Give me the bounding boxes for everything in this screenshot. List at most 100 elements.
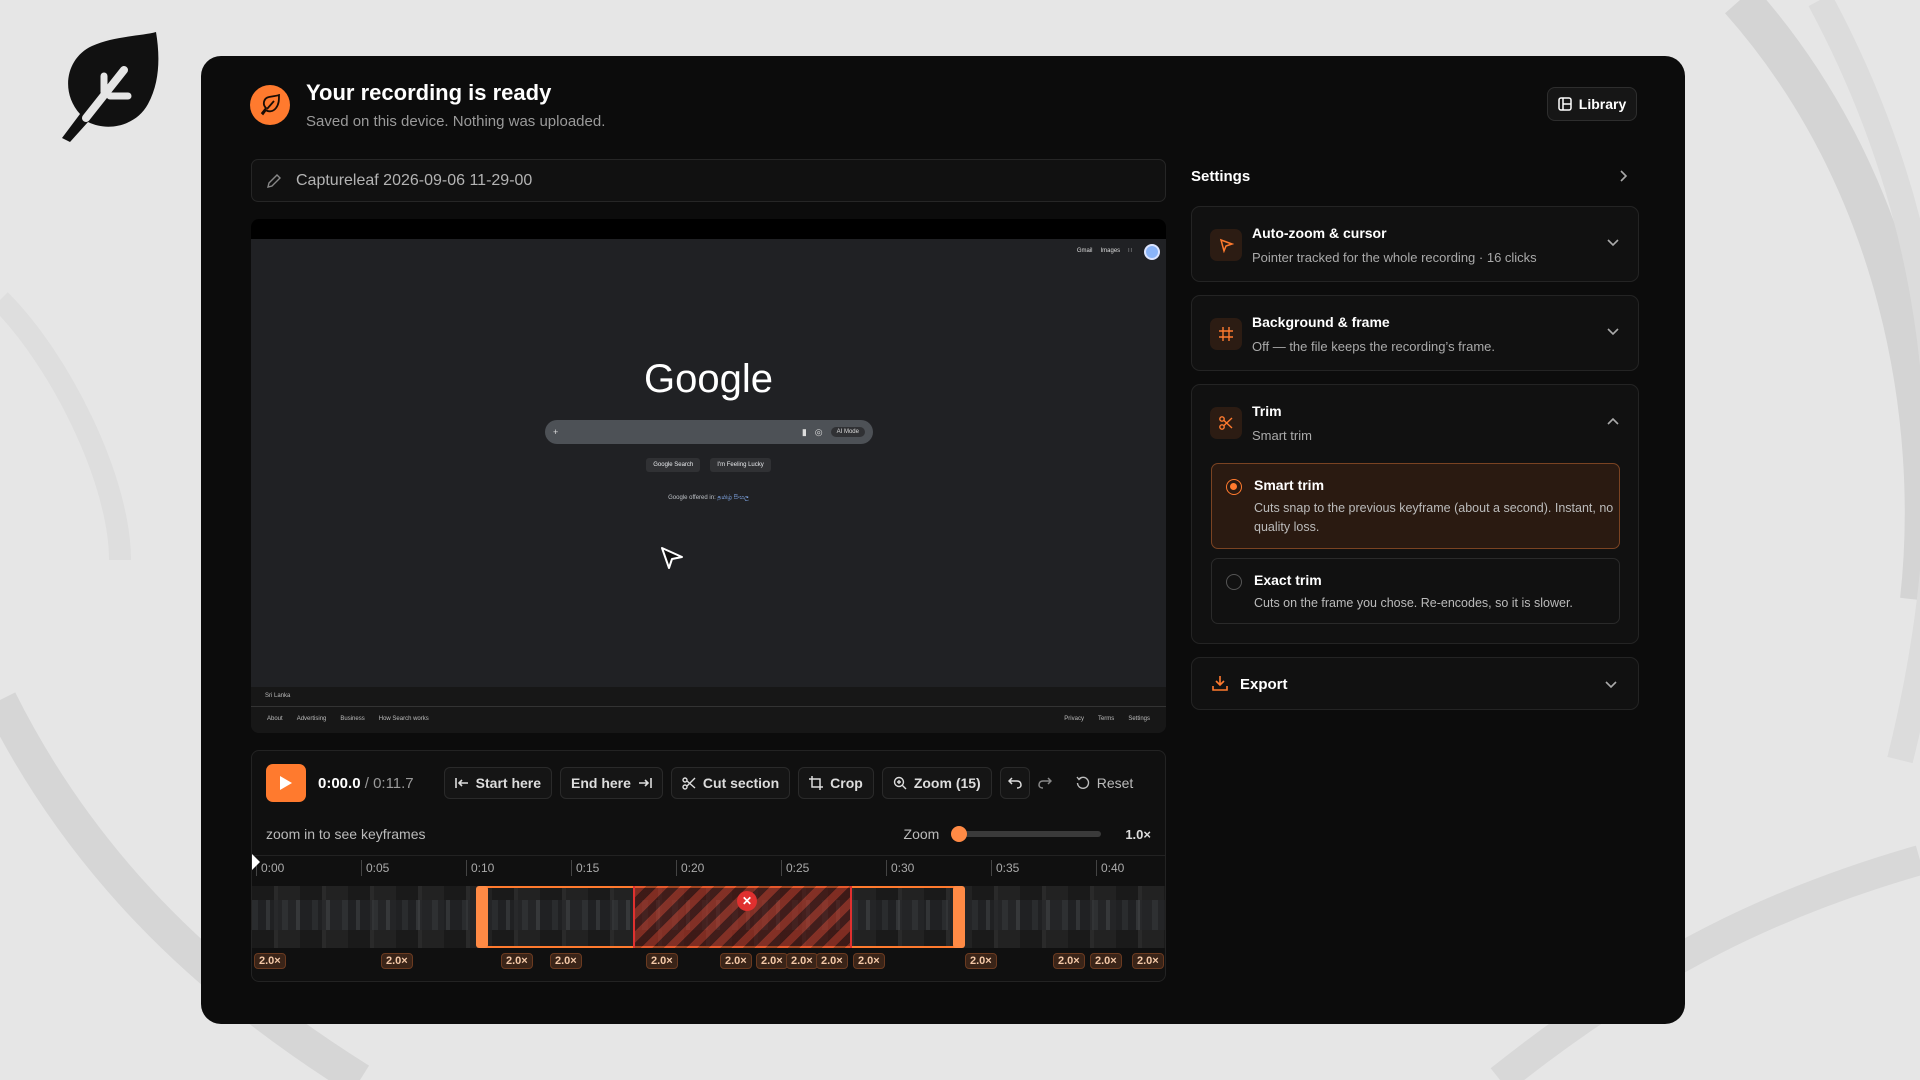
library-icon [1558,97,1572,111]
timeline-tick: 0:35 [991,860,1019,876]
preview-footer-left: About Advertising Business How Search wo… [267,716,429,722]
recording-status-icon [250,85,290,125]
chevron-down-icon[interactable] [1606,237,1620,249]
timeline-editor: 0:00.0 / 0:11.7 Start here End here Cut … [251,750,1166,982]
preview-offered-langs: தமிழ் සිංහල [717,495,749,501]
start-here-button[interactable]: Start here [443,767,553,799]
crop-button[interactable]: Crop [798,767,874,799]
app-logo [62,32,159,142]
chevron-up-icon[interactable] [1606,415,1620,427]
exact-trim-option[interactable]: Exact trim Cuts on the frame you chose. … [1211,558,1620,624]
background-title: Background & frame [1252,314,1390,330]
preview-footer-link: How Search works [378,716,429,722]
preview-offered-prefix: Google offered in: [668,495,716,501]
playhead[interactable] [252,854,260,870]
chevron-right-icon[interactable] [1618,168,1630,184]
zoom-keyframe-chip[interactable]: 2.0× [254,953,286,969]
zoom-slider[interactable] [951,826,1102,842]
zoom-keyframe-chip[interactable]: 2.0× [501,953,533,969]
playback-time: 0:00.0 / 0:11.7 [318,775,414,792]
cut-section-button[interactable]: Cut section [670,767,791,799]
timeline-tick: 0:25 [781,860,809,876]
timeline-zoom-row: zoom in to see keyframes Zoom 1.0× [266,823,1151,845]
zoom-keyframe-chip[interactable]: 2.0× [1053,953,1085,969]
exact-trim-title: Exact trim [1254,572,1322,588]
preview-footer-link: Business [340,716,365,722]
trim-panel: Trim Smart trim Smart trim Cuts snap to … [1191,384,1639,644]
start-here-icon [454,778,468,788]
playback-toolbar: 0:00.0 / 0:11.7 Start here End here Cut … [266,764,1151,802]
remove-cut-icon[interactable]: ✕ [737,891,757,911]
timeline-tick: 0:00 [256,860,284,876]
preview-footer-link: Terms [1097,716,1115,722]
timeline-ruler[interactable]: 0:00 0:05 0:10 0:15 0:20 0:25 0:30 0:35 0:40 [252,855,1165,878]
background-desc: Off — the file keeps the recording’s fra… [1252,339,1496,354]
play-icon [280,776,292,790]
crop-label: Crop [830,775,863,791]
smart-trim-option[interactable]: Smart trim Cuts snap to the previous key… [1211,463,1620,549]
zoom-keyframe-chip[interactable]: 2.0× [816,953,848,969]
undo-button[interactable] [999,767,1030,799]
preview-google-search-button: Google Search [646,458,701,472]
zoom-keyframe-chip[interactable]: 2.0× [1090,953,1122,969]
end-here-button[interactable]: End here [560,767,663,799]
chevron-down-icon[interactable] [1606,326,1620,338]
current-time: 0:00.0 [318,774,361,792]
zoom-keyframe-chip[interactable]: 2.0× [756,953,788,969]
trim-title: Trim [1252,403,1282,419]
chevron-down-icon[interactable] [1604,679,1618,691]
zoom-keyframe-chips: 2.0× 2.0× 2.0× 2.0× 2.0× 2.0× 2.0× 2.0× 2.0× 2.0×… [252,951,1165,971]
reset-icon [1076,776,1089,789]
zoom-keyframe-chip[interactable]: 2.0× [786,953,818,969]
play-button[interactable] [266,764,306,802]
smart-trim-radio[interactable] [1226,479,1242,495]
zoom-slider-knob[interactable] [951,826,968,842]
page-title: Your recording is ready [306,80,552,105]
preview-mic-icon: ▮ [801,426,807,437]
page-subtitle: Saved on this device. Nothing was upload… [306,113,606,130]
zoom-keyframe-chip[interactable]: 2.0× [853,953,885,969]
time-separator: / [364,774,369,792]
cursor-icon [661,547,683,569]
video-preview[interactable]: Gmail Images ∷ Google + ▮ ◎ AI Mode Goog… [251,219,1166,733]
preview-footer-link: Privacy [1064,716,1084,722]
leaf-icon [260,94,280,116]
redo-button[interactable] [1030,767,1060,799]
redo-icon [1037,777,1052,789]
timeline-tick: 0:10 [466,860,494,876]
preview-avatar [1144,244,1160,260]
trim-end-handle[interactable] [953,886,965,948]
trim-start-handle[interactable] [476,886,488,948]
zoom-keyframe-chip[interactable]: 2.0× [550,953,582,969]
preview-footer-link: Advertising [296,716,327,722]
zoom-keyframe-chip[interactable]: 2.0× [965,953,997,969]
preview-apps-icon: ∷ [1128,248,1132,254]
zoom-keyframe-chip[interactable]: 2.0× [720,953,752,969]
zoom-button[interactable]: Zoom (15) [881,767,992,799]
recording-name-field[interactable]: Captureleaf 2026-09-06 11-29-00 [251,159,1166,202]
download-icon [1212,676,1228,691]
preview-ai-mode-button: AI Mode [830,427,865,437]
autozoom-panel[interactable]: Auto-zoom & cursor Pointer tracked for t… [1191,206,1639,282]
cut-section-label: Cut section [702,775,780,791]
exact-trim-radio[interactable] [1226,574,1242,590]
timeline-tick: 0:05 [361,860,389,876]
preview-images-link: Images [1100,247,1121,254]
start-here-label: Start here [475,775,542,791]
preview-search-buttons: Google Search I'm Feeling Lucky [251,458,1166,472]
autozoom-desc: Pointer tracked for the whole recording … [1252,250,1537,265]
export-panel[interactable]: Export [1191,657,1639,710]
reset-label: Reset [1096,775,1134,791]
zoom-keyframe-chip[interactable]: 2.0× [381,953,413,969]
recorded-screen: Gmail Images ∷ Google + ▮ ◎ AI Mode Goog… [251,239,1166,733]
exact-trim-desc: Cuts on the frame you chose. Re-encodes,… [1254,596,1573,610]
zoom-keyframe-chip[interactable]: 2.0× [1132,953,1164,969]
background-panel[interactable]: Background & frame Off — the file keeps … [1191,295,1639,371]
preview-footer-right: Privacy Terms Settings [1064,716,1150,722]
library-button[interactable]: Library [1547,87,1637,121]
cursor-icon [1210,229,1242,261]
zoom-label: Zoom [903,826,940,842]
reset-button[interactable]: Reset [1076,775,1134,791]
zoom-keyframe-chip[interactable]: 2.0× [646,953,678,969]
trim-desc: Smart trim [1252,428,1312,443]
